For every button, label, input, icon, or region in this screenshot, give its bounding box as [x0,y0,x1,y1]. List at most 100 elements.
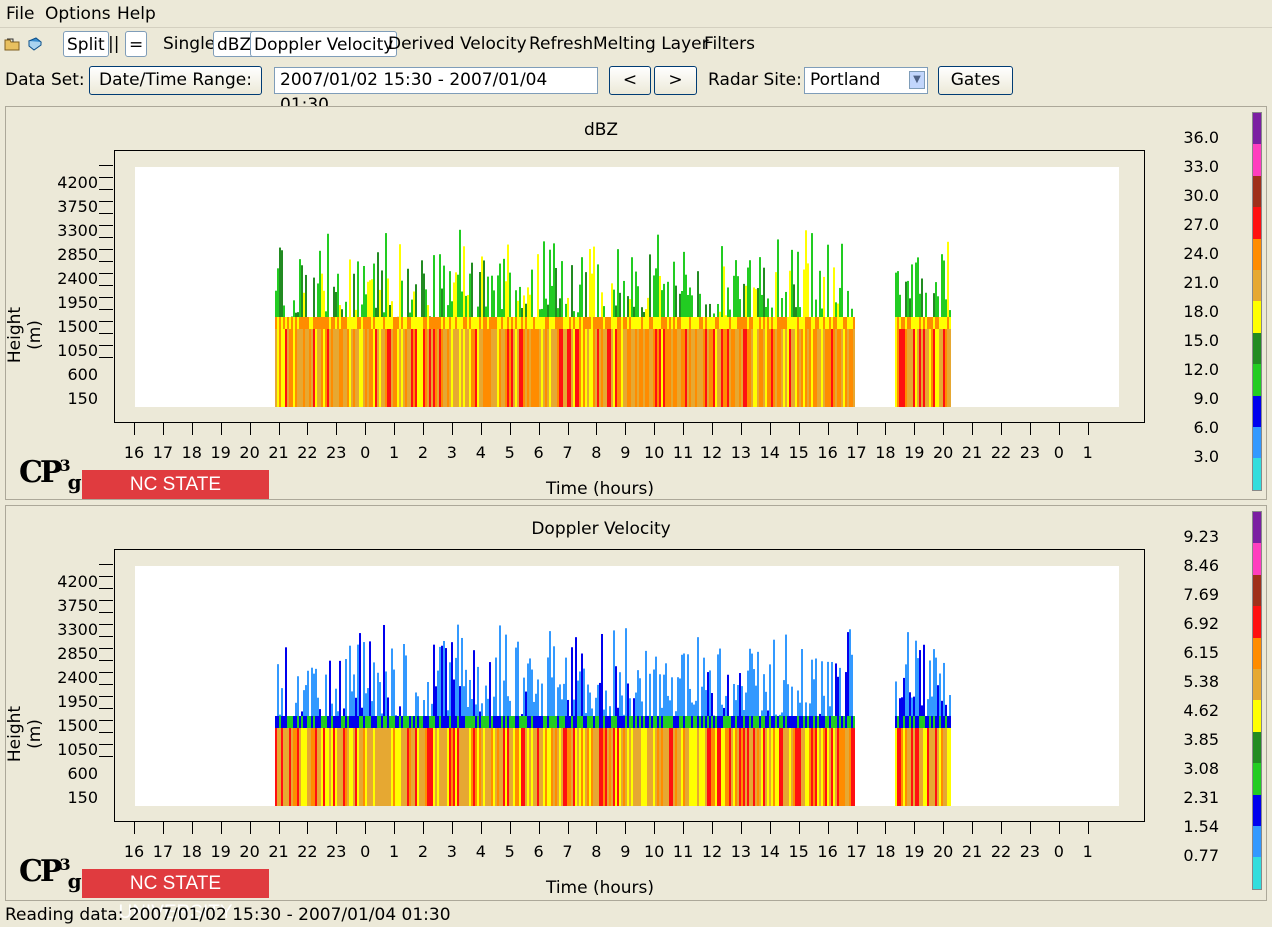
radar-pixel [473,728,475,806]
radar-pixel [311,329,313,407]
radar-pixel [785,317,787,329]
radar-pixel [699,317,701,329]
radar-pixel [813,728,815,806]
radar-pixel [337,728,339,806]
radar-pixel [749,317,751,329]
radar-pixel [845,716,847,728]
radar-pixel [747,716,749,728]
x-tick-label: 19 [210,842,231,861]
radar-pixel [477,716,479,728]
radar-pixel [315,317,317,329]
radar-pixel [601,716,603,728]
radar-pixel [653,317,655,329]
radar-pixel [625,728,627,806]
radar-pixel [823,317,825,329]
stacked-layout-button[interactable]: = [125,31,148,57]
radar-pixel [819,728,821,806]
radar-pixel [483,317,485,329]
radar-pixel [361,317,363,329]
radar-pixel [421,716,423,728]
radar-pixel [461,728,463,806]
radar-pixel [443,728,445,806]
split-button[interactable]: Split [63,31,109,57]
radar-pixel [685,728,687,806]
single-button[interactable]: Single [163,31,215,57]
doppler-velocity-button[interactable]: Doppler Velocity [250,31,398,57]
x-tick-label: 22 [990,842,1012,861]
radar-pixel [943,716,945,728]
radar-pixel [373,317,375,329]
radar-pixel [615,716,617,728]
radar-pixel [451,329,453,407]
melting-layer-button[interactable]: Melting Layer [593,31,709,57]
filters-button[interactable]: Filters [704,31,755,57]
chevron-down-icon[interactable]: ▼ [909,71,925,89]
radar-pixel [275,317,277,329]
color-scale-segment [1253,238,1261,271]
x-tick-label: 11 [672,842,694,861]
gates-button[interactable]: Gates [938,66,1013,95]
next-button[interactable]: > [654,66,697,95]
save-book-icon[interactable] [27,36,43,52]
radar-pixel [313,329,315,407]
derived-velocity-button[interactable]: Derived Velocity [388,31,527,57]
radar-pixel [851,728,853,806]
radar-pixel [809,329,811,407]
scale-label: 9.0 [1193,389,1219,408]
radar-pixel [925,317,927,329]
radar-pixel [499,728,501,806]
radar-pixel [479,728,481,806]
open-folder-icon[interactable] [4,36,20,52]
radar-pixel [621,716,623,728]
radar-pixel [383,716,385,728]
radar-pixel [853,329,855,407]
radar-pixel [553,716,555,728]
radar-pixel [635,716,637,728]
radar-pixel [441,716,443,728]
x-tick-mark [683,822,685,834]
radar-pixel [915,716,917,728]
radar-pixel [491,716,493,728]
radar-pixel [851,317,853,329]
parallel-layout-button[interactable]: || [108,31,119,57]
radar-image[interactable] [135,167,1119,407]
radar-pixel [549,329,551,407]
radar-pixel [551,317,553,329]
menu-help[interactable]: Help [117,4,156,24]
radar-pixel [373,728,375,806]
radar-pixel [923,317,925,329]
menu-options[interactable]: Options [45,4,111,24]
radar-pixel [645,317,647,329]
refresh-button[interactable]: Refresh [529,31,593,57]
radar-pixel [837,329,839,407]
color-scale-segment [1253,826,1261,858]
menu-file[interactable]: File [6,4,34,24]
radar-pixel [723,716,725,728]
radar-pixel [689,728,691,806]
radar-pixel [549,317,551,329]
radar-pixel [785,728,787,806]
radar-pixel [283,329,285,407]
radar-pixel [789,329,791,407]
date-range-field[interactable]: 2007/01/02 15:30 - 2007/01/04 01:30 [274,67,598,115]
prev-button[interactable]: < [609,66,651,95]
radar-site-select[interactable]: Portland ▼ [804,67,928,94]
radar-pixel [811,317,813,329]
radar-pixel [329,728,331,806]
radar-image[interactable] [135,566,1119,806]
y-tick-label: 600 [67,764,98,783]
radar-pixel [401,317,403,329]
radar-pixel [769,716,771,728]
y-tick-mark [99,660,113,661]
radar-pixel [485,716,487,728]
radar-pixel [553,329,555,407]
dbz-button[interactable]: dBZ [213,31,256,57]
date-time-range-button[interactable]: Date/Time Range: [89,66,262,95]
radar-pixel [493,317,495,329]
radar-pixel [637,728,639,806]
radar-pixel [641,329,643,407]
radar-pixel [649,317,651,329]
radar-pixel [685,329,687,407]
radar-pixel [341,716,343,728]
y-tick-label: 3300 [57,221,98,240]
